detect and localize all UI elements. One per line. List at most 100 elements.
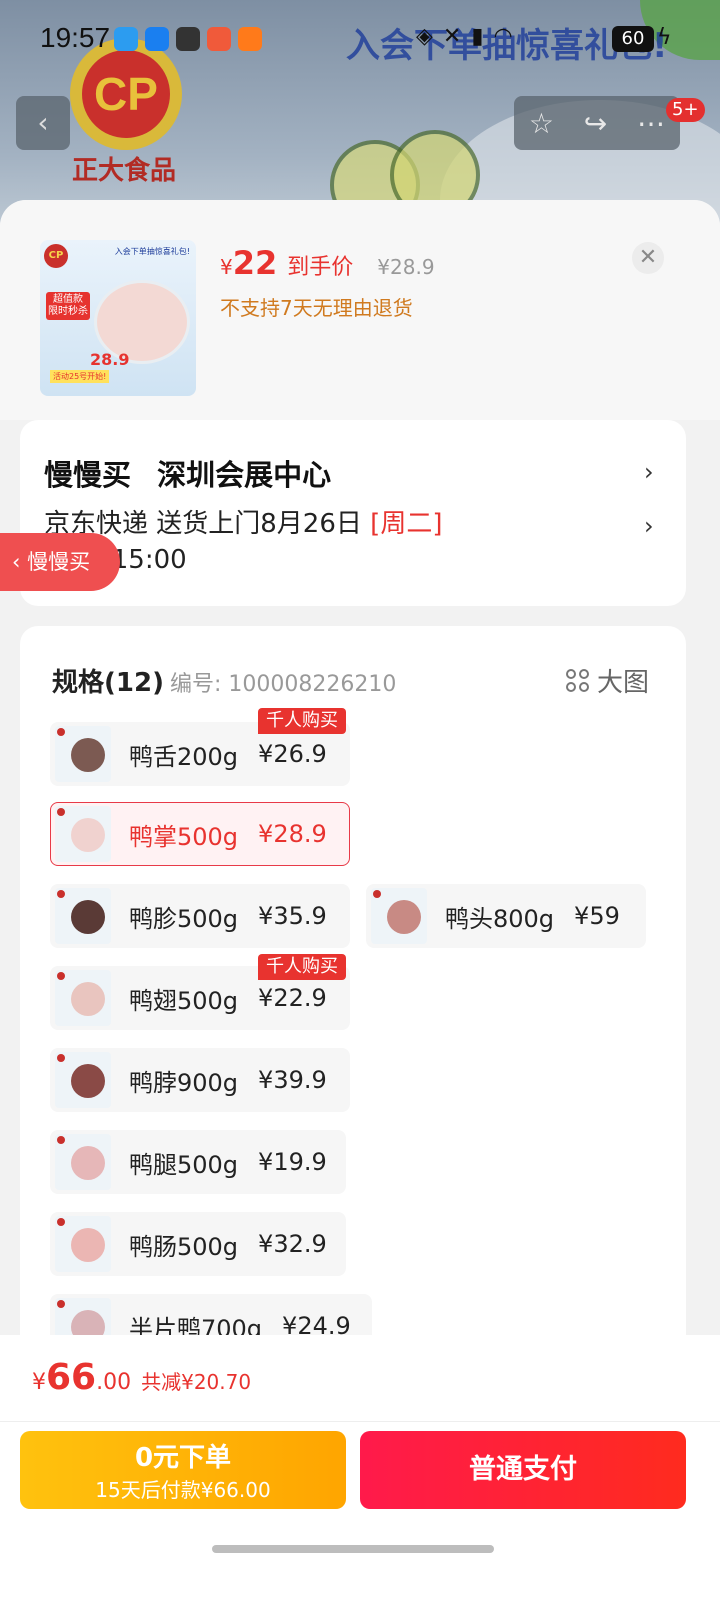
spec-option-thumb — [55, 726, 111, 782]
home-indicator[interactable] — [212, 1545, 494, 1553]
spec-option-price: ¥35.9 — [258, 902, 327, 930]
nav-action-group: ☆ ↪ ⋯ — [514, 96, 680, 150]
spec-option-price: ¥59 — [574, 902, 620, 930]
spec-option[interactable]: 鸭胗500g ¥35.9 — [50, 884, 350, 948]
spec-thumb-product — [71, 738, 105, 772]
spec-option-name: 鸭舌200g — [129, 742, 239, 771]
system-icons: ◈ ✕ ▮ ◠ — [416, 24, 513, 49]
spec-option-price: ¥28.9 — [258, 820, 327, 848]
spec-option-price: ¥26.9 — [258, 740, 327, 768]
spec-option-price: ¥19.9 — [258, 1148, 327, 1176]
favorite-star-icon[interactable]: ☆ — [529, 107, 554, 140]
spec-option-thumb — [55, 1216, 111, 1272]
spec-thumb-product — [71, 1064, 105, 1098]
status-time: 19:57 — [40, 22, 111, 53]
spec-thumb-product — [71, 1146, 105, 1180]
thumb-banner: 入会下单抽惊喜礼包! — [114, 247, 190, 256]
checkout-footer: ¥ 66 .00 共减¥20.70 0元下单 15天后付款¥66.00 普通支付 — [0, 1335, 720, 1600]
total-currency: ¥ — [32, 1370, 46, 1395]
spec-option-thumb — [55, 888, 111, 944]
spec-option-name: 鸭掌500g — [129, 822, 239, 851]
spec-option[interactable]: 鸭脖900g ¥39.9 — [50, 1048, 350, 1112]
spec-title: 规格(12) — [52, 668, 164, 698]
divider — [0, 1421, 720, 1422]
chevron-left-icon: ‹ — [37, 106, 49, 139]
address-text: 深圳会展中心 — [157, 458, 332, 492]
spec-option-thumb — [55, 806, 111, 862]
thumb-footer: 活动25号开始! — [50, 370, 110, 383]
spec-option-name: 鸭脖900g — [129, 1068, 239, 1097]
app-notification-icon — [114, 27, 138, 51]
thumb-logo: CP — [44, 244, 68, 268]
back-button[interactable]: ‹ — [16, 96, 70, 150]
close-button[interactable]: ✕ — [632, 242, 664, 274]
more-icon[interactable]: ⋯ — [637, 107, 665, 140]
thumb-tag: 超值款 限时秒杀 — [46, 292, 90, 320]
order-total: ¥ 66 .00 共减¥20.70 — [32, 1357, 251, 1398]
spec-option-name: 鸭翅500g — [129, 986, 239, 1015]
deal-price-label: 到手价 — [287, 255, 354, 280]
spec-thumb-product — [71, 900, 105, 934]
spec-thumb-product — [71, 1228, 105, 1262]
spec-option-thumb — [55, 1134, 111, 1190]
product-code: 编号: 100008226210 — [170, 672, 397, 697]
floating-back-tab[interactable]: ‹ 慢慢买 — [0, 533, 120, 591]
spec-option-thumb — [371, 888, 427, 944]
spec-option-thumb — [55, 970, 111, 1026]
nfc-icon: ◈ — [416, 24, 433, 49]
spec-thumb-product — [387, 900, 421, 934]
battery-icon: 60 — [612, 26, 654, 52]
total-savings: 共减¥20.70 — [141, 1370, 252, 1394]
spec-thumb-product — [71, 982, 105, 1016]
pay-later-subtitle: 15天后付款¥66.00 — [95, 1478, 271, 1502]
notification-icons — [114, 27, 262, 51]
delivery-card: 慢慢买 深圳会展中心 › 京东快递 送货上门8月26日 [周二] 9:00-15… — [20, 420, 686, 606]
spec-option-name: 鸭腿500g — [129, 1150, 239, 1179]
app-notification-icon — [238, 27, 262, 51]
spec-option-name: 鸭胗500g — [129, 904, 239, 933]
share-icon[interactable]: ↪ — [584, 107, 607, 140]
spec-option-thumb — [55, 1052, 111, 1108]
pay-later-button[interactable]: 0元下单 15天后付款¥66.00 — [20, 1431, 346, 1509]
spec-option[interactable]: 鸭头800g ¥59 — [366, 884, 646, 948]
chevron-right-icon[interactable]: › — [644, 458, 654, 486]
thumb-price: 28.9 — [90, 350, 130, 369]
close-icon: ✕ — [638, 245, 658, 270]
wifi-icon: ◠ — [493, 24, 513, 49]
spec-thumb-product — [71, 818, 105, 852]
delivery-address-row[interactable]: 慢慢买 深圳会展中心 — [44, 452, 331, 494]
mute-icon: ✕ — [442, 24, 462, 49]
chevron-right-icon[interactable]: › — [644, 512, 654, 540]
spec-option[interactable]: 鸭腿500g ¥19.9 — [50, 1130, 346, 1194]
original-price: ¥28.9 — [377, 255, 435, 279]
grid-view-icon — [566, 669, 589, 692]
hot-seller-badge: 千人购买 — [258, 708, 346, 734]
pickup-method: 慢慢买 — [44, 458, 132, 492]
brand-name: 正大食品 — [72, 156, 177, 186]
status-bar: 19:57 ◈ ✕ ▮ ◠ 60 ϟ — [0, 0, 720, 80]
total-integer: 66 — [46, 1357, 97, 1398]
total-decimal: .00 — [96, 1370, 132, 1395]
spec-option-selected[interactable]: 鸭掌500g ¥28.9 — [50, 802, 350, 866]
return-policy-notice: 不支持7天无理由退货 — [220, 296, 413, 320]
floating-tab-label: 慢慢买 — [27, 550, 91, 574]
spec-option[interactable]: 鸭肠500g ¥32.9 — [50, 1212, 346, 1276]
spec-option-name: 鸭头800g — [445, 904, 555, 933]
signal-icon: ▮ — [471, 24, 484, 49]
sheet-header: CP 入会下单抽惊喜礼包! 超值款 限时秒杀 28.9 活动25号开始! ¥ 2… — [0, 200, 720, 420]
normal-pay-button[interactable]: 普通支付 — [360, 1431, 686, 1509]
large-image-toggle[interactable]: 大图 — [566, 662, 649, 699]
spec-option-price: ¥32.9 — [258, 1230, 327, 1258]
spec-option-name: 鸭肠500g — [129, 1232, 239, 1261]
chevron-left-icon: ‹ — [12, 550, 28, 574]
currency-symbol: ¥ — [220, 255, 233, 279]
deal-price: 22 — [232, 244, 278, 282]
pay-later-title: 0元下单 — [134, 1443, 232, 1473]
price-line: ¥ 22 到手价 ¥28.9 — [220, 244, 435, 282]
charging-icon: ϟ — [657, 25, 672, 50]
spec-option-price: ¥39.9 — [258, 1066, 327, 1094]
app-notification-icon — [207, 27, 231, 51]
large-image-label: 大图 — [597, 668, 650, 698]
app-notification-icon — [145, 27, 169, 51]
hot-seller-badge: 千人购买 — [258, 954, 346, 980]
